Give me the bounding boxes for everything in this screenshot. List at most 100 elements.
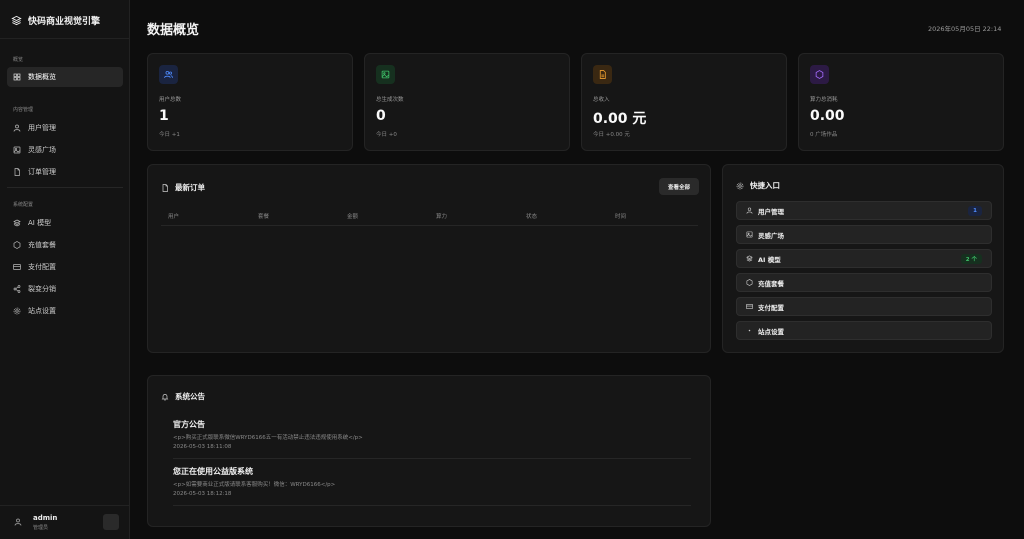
sidebar-item-label: 支付配置 bbox=[28, 263, 56, 271]
image-icon bbox=[13, 146, 21, 154]
stat-sub: 今日 +0.00 元 bbox=[593, 132, 630, 138]
sidebar-item-orders[interactable]: 订单管理 bbox=[7, 162, 123, 182]
stat-value: 0.00 bbox=[810, 108, 845, 124]
quick-entry-title-text: 快捷入口 bbox=[750, 181, 780, 190]
stat-card-revenue: 总收入 0.00 元 今日 +0.00 元 bbox=[581, 53, 787, 151]
stat-card-compute: 算力总消耗 0.00 0 广场作品 bbox=[798, 53, 1004, 151]
sidebar-item-label: AI 模型 bbox=[28, 219, 52, 227]
table-header-divider bbox=[161, 225, 698, 226]
stat-icon-box bbox=[159, 65, 178, 84]
orders-title: 最新订单 bbox=[161, 182, 205, 193]
quick-item-label: 站点设置 bbox=[758, 327, 784, 336]
credit-card-icon bbox=[13, 264, 21, 270]
stat-value: 0 bbox=[376, 108, 386, 124]
notice-time: 2026-05-03 18:11:08 bbox=[173, 444, 232, 450]
notice-title[interactable]: 官方公告 bbox=[173, 419, 205, 430]
quick-entry-title: 快捷入口 bbox=[736, 180, 780, 191]
stat-card-generations: 总生成次数 0 今日 +0 bbox=[364, 53, 570, 151]
sidebar-item-label: 充值套餐 bbox=[28, 241, 56, 249]
sidebar-item-label: 数据概览 bbox=[28, 73, 56, 81]
orders-card: 最新订单 查看全部 用户 套餐 金额 算力 状态 时间 bbox=[147, 164, 711, 353]
quick-item-payment[interactable]: 支付配置 bbox=[736, 297, 992, 316]
sidebar-item-distribution[interactable]: 裂变分销 bbox=[7, 279, 123, 299]
datetime: 2026年05月05日 22:14 bbox=[928, 25, 1002, 33]
divider bbox=[7, 187, 123, 188]
sidebar-item-label: 灵感广场 bbox=[28, 146, 56, 154]
quick-item-label: 灵感广场 bbox=[758, 231, 784, 240]
page-title: 数据概览 bbox=[147, 23, 200, 38]
stat-icon-box bbox=[593, 65, 612, 84]
quick-item-settings[interactable]: 站点设置 bbox=[736, 321, 992, 340]
document-icon bbox=[162, 183, 168, 192]
notices-title-text: 系统公告 bbox=[175, 392, 205, 401]
quick-entry-card: 快捷入口 用户管理 1 灵感广场 AI 模型 2 个 充值套餐 支付配置 站点设… bbox=[722, 164, 1004, 353]
avatar bbox=[11, 515, 25, 529]
user-profile[interactable]: admin 管理员 bbox=[11, 512, 123, 534]
divider bbox=[173, 505, 691, 506]
sidebar-item-ai-models[interactable]: AI 模型 bbox=[7, 213, 123, 233]
stat-sub: 0 广场作品 bbox=[810, 132, 838, 138]
layers-icon bbox=[11, 15, 22, 25]
column-header-compute: 算力 bbox=[436, 214, 448, 220]
sidebar-item-settings[interactable]: 站点设置 bbox=[7, 301, 123, 321]
column-header-amount: 金额 bbox=[347, 214, 359, 220]
notices-card: 系统公告 官方公告 <p>购买正式版联系微信WRYD6166五一有活动禁止违法违… bbox=[147, 375, 711, 527]
column-header-user: 用户 bbox=[168, 214, 180, 220]
quick-item-label: 用户管理 bbox=[758, 207, 784, 216]
divider bbox=[0, 38, 130, 39]
notices-title: 系统公告 bbox=[161, 391, 205, 402]
sidebar-item-packages[interactable]: 充值套餐 bbox=[7, 235, 123, 255]
notice-title[interactable]: 您正在使用公益版系统 bbox=[173, 466, 253, 477]
stat-sub: 今日 +0 bbox=[376, 132, 397, 138]
sidebar-item-overview[interactable]: 数据概览 bbox=[7, 67, 123, 87]
brand-name: 快码商业视觉引擎 bbox=[28, 16, 101, 27]
sidebar-item-payment[interactable]: 支付配置 bbox=[7, 257, 123, 277]
notice-time: 2026-05-03 18:12:18 bbox=[173, 491, 232, 497]
image-icon bbox=[746, 231, 753, 238]
divider bbox=[0, 505, 130, 506]
gear-icon bbox=[736, 182, 744, 189]
stat-label: 用户总数 bbox=[159, 97, 182, 103]
sidebar-item-label: 裂变分销 bbox=[28, 285, 56, 293]
quick-item-label: 充值套餐 bbox=[758, 279, 784, 288]
brand[interactable]: 快码商业视觉引擎 bbox=[11, 12, 100, 28]
users-icon bbox=[164, 71, 173, 78]
hexagon-icon bbox=[815, 70, 824, 79]
grid-icon bbox=[13, 73, 21, 81]
count-badge: 2 个 bbox=[960, 254, 982, 264]
credit-card-icon bbox=[746, 304, 753, 309]
user-name: admin bbox=[33, 514, 58, 522]
share-icon bbox=[13, 285, 21, 293]
orders-title-text: 最新订单 bbox=[175, 183, 205, 192]
user-icon bbox=[13, 124, 21, 132]
quick-item-users[interactable]: 用户管理 1 bbox=[736, 201, 992, 220]
stat-icon-box bbox=[376, 65, 395, 84]
quick-item-gallery[interactable]: 灵感广场 bbox=[736, 225, 992, 244]
gear-icon bbox=[13, 307, 21, 315]
image-icon bbox=[381, 70, 390, 79]
document-icon bbox=[14, 168, 20, 176]
nav-section-content: 内容管理 bbox=[13, 107, 34, 113]
user-icon bbox=[746, 207, 753, 214]
layers-icon bbox=[746, 255, 753, 262]
stat-value: 1 bbox=[159, 108, 169, 124]
user-menu-button[interactable] bbox=[103, 514, 119, 530]
stat-sub: 今日 +1 bbox=[159, 132, 180, 138]
document-icon bbox=[599, 70, 606, 79]
divider bbox=[173, 458, 691, 459]
user-icon bbox=[14, 518, 22, 526]
hexagon-icon bbox=[746, 279, 753, 286]
sidebar-item-users[interactable]: 用户管理 bbox=[7, 118, 123, 138]
quick-item-ai-models[interactable]: AI 模型 2 个 bbox=[736, 249, 992, 268]
notice-body: <p>如需要商业正式版请联系客服购买！微信：WRYD6166</p> bbox=[173, 482, 336, 488]
view-all-button[interactable]: 查看全部 bbox=[659, 178, 699, 195]
sidebar-item-gallery[interactable]: 灵感广场 bbox=[7, 140, 123, 160]
sidebar: 快码商业视觉引擎 概览 数据概览 内容管理 用户管理 灵感广场 订单管理 系统配… bbox=[0, 0, 130, 539]
stat-label: 算力总消耗 bbox=[810, 97, 838, 103]
bell-icon bbox=[161, 393, 169, 400]
stat-value: 0.00 元 bbox=[593, 111, 647, 127]
nav-section-system: 系统配置 bbox=[13, 202, 34, 208]
stat-card-users: 用户总数 1 今日 +1 bbox=[147, 53, 353, 151]
quick-item-packages[interactable]: 充值套餐 bbox=[736, 273, 992, 292]
notice-body: <p>购买正式版联系微信WRYD6166五一有活动禁止违法违规使用系统</p> bbox=[173, 435, 363, 441]
